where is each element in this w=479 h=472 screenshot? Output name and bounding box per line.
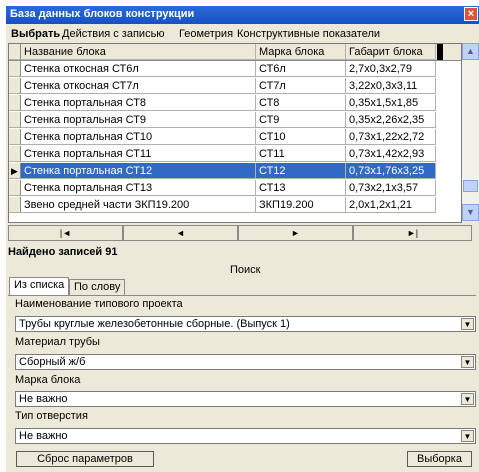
row-indicator[interactable] [9,61,21,77]
row-indicator[interactable] [9,129,21,145]
row-size-cell[interactable]: 0,73x1,76x3,25 [346,163,436,179]
row-mark-cell[interactable]: СТ10 [256,129,346,145]
reset-parameters-button[interactable]: Сброс параметров [16,451,154,467]
scroll-up-icon[interactable]: ▲ [462,43,479,60]
tab-from-list[interactable]: Из списка [9,277,70,296]
row-size-cell[interactable]: 0,35x1,5x1,85 [346,95,436,111]
opening-type-select[interactable]: Не важно ▼ [15,428,476,444]
project-name-label: Наименование типового проекта [15,298,183,310]
row-mark-cell[interactable]: СТ11 [256,146,346,162]
scroll-down-icon[interactable]: ▼ [462,204,479,221]
row-name-cell[interactable]: Стенка портальная СТ11 [21,146,256,162]
row-size-cell[interactable]: 0,35x2,26x2,35 [346,112,436,128]
row-name-cell[interactable]: Стенка портальная СТ13 [21,180,256,196]
block-mark-label: Марка блока [15,374,81,386]
table-scrollbar[interactable]: ▲ ▼ [462,43,479,221]
block-mark-select[interactable]: Не важно ▼ [15,391,476,407]
column-resize-marker [437,44,443,60]
row-size-cell[interactable]: 3,22x0,3x3,11 [346,78,436,94]
column-header-size[interactable]: Габарит блока [346,44,436,60]
row-name-cell[interactable]: Стенка откосная СТ7л [21,78,256,94]
record-navigator: |◄ ◄ ► ►| [8,225,474,241]
blocks-table[interactable]: Название блока Марка блока Габарит блока… [8,43,462,223]
pipe-material-label: Материал трубы [15,336,100,348]
row-size-cell[interactable]: 0,73x1,22x2,72 [346,129,436,145]
chevron-down-icon[interactable]: ▼ [461,318,474,330]
row-mark-cell[interactable]: СТ7л [256,78,346,94]
row-name-cell[interactable]: Стенка портальная СТ8 [21,95,256,111]
row-size-cell[interactable]: 2,7x0,3x2,79 [346,61,436,77]
row-indicator[interactable] [9,146,21,162]
row-name-cell[interactable]: Стенка портальная СТ10 [21,129,256,145]
close-icon[interactable]: × [464,7,478,21]
row-mark-cell[interactable]: СТ8 [256,95,346,111]
project-name-select[interactable]: Трубы круглые железобетонные сборные. (В… [15,316,476,332]
column-header-name[interactable]: Название блока [21,44,256,60]
row-name-cell[interactable]: Стенка портальная СТ12 [21,163,256,179]
select-button[interactable]: Выборка [407,451,472,467]
row-mark-cell[interactable]: СТ13 [256,180,346,196]
title-bar: База данных блоков конструкции × [6,6,479,24]
records-found-label: Найдено записей 91 [8,246,118,258]
chevron-down-icon[interactable]: ▼ [461,356,474,368]
menu-item-select[interactable]: Выбрать [11,28,60,40]
row-indicator[interactable] [9,78,21,94]
project-name-value: Трубы круглые железобетонные сборные. (В… [19,318,290,330]
row-size-cell[interactable]: 0,73x2,1x3,57 [346,180,436,196]
block-mark-value: Не важно [19,393,68,405]
pipe-material-value: Сборный ж/б [19,356,86,368]
table-header: Название блока Марка блока Габарит блока [9,44,461,61]
column-header-mark[interactable]: Марка блока [256,44,346,60]
row-name-cell[interactable]: Звено средней части ЗКП19.200 [21,197,256,213]
pipe-material-select[interactable]: Сборный ж/б ▼ [15,354,476,370]
window-title: База данных блоков конструкции [10,8,195,20]
row-indicator[interactable] [9,180,21,196]
row-size-cell[interactable]: 0,73x1,42x2,93 [346,146,436,162]
nav-last-button[interactable]: ►| [353,225,472,241]
row-size-cell[interactable]: 2,0x1,2x1,21 [346,197,436,213]
nav-next-button[interactable]: ► [238,225,353,241]
menu-item-record-actions[interactable]: Действия с записью [62,28,165,40]
row-indicator[interactable] [9,95,21,111]
row-indicator[interactable] [9,112,21,128]
tab-by-word[interactable]: По слову [69,279,126,295]
menu-item-structural-indicators[interactable]: Конструктивные показатели [237,28,380,40]
chevron-down-icon[interactable]: ▼ [461,430,474,442]
scroll-thumb[interactable] [463,180,478,192]
row-mark-cell[interactable]: ЗКП19.200 [256,197,346,213]
chevron-down-icon[interactable]: ▼ [461,393,474,405]
database-window: База данных блоков конструкции × Выбрать… [6,6,479,472]
row-indicator[interactable] [9,197,21,213]
row-mark-cell[interactable]: СТ12 [256,163,346,179]
row-name-cell[interactable]: Стенка откосная СТ6л [21,61,256,77]
menu-bar: Выбрать Действия с записью Геометрия Кон… [6,25,479,43]
row-mark-cell[interactable]: СТ6л [256,61,346,77]
opening-type-label: Тип отверстия [15,410,88,422]
menu-item-geometry[interactable]: Геометрия [179,28,233,40]
search-label: Поиск [230,264,261,276]
row-mark-cell[interactable]: СТ9 [256,112,346,128]
opening-type-value: Не важно [19,430,68,442]
nav-prev-button[interactable]: ◄ [123,225,238,241]
row-name-cell[interactable]: Стенка портальная СТ9 [21,112,256,128]
row-indicator[interactable]: ▶ [9,163,21,179]
nav-first-button[interactable]: |◄ [8,225,123,241]
header-indicator [9,44,21,60]
